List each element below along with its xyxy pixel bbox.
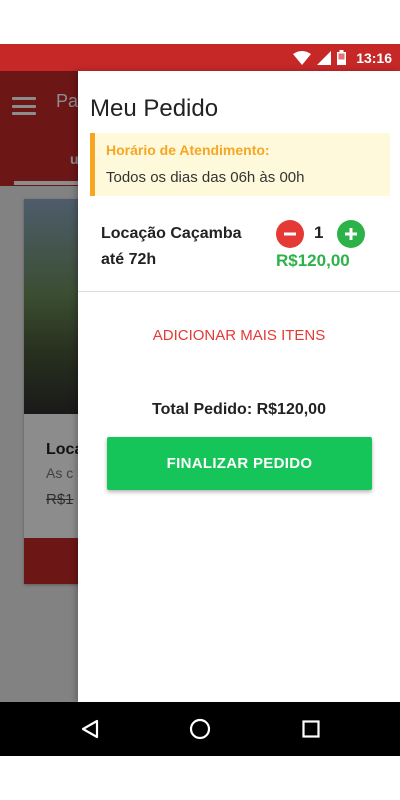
back-icon[interactable] <box>78 717 102 741</box>
order-total: Total Pedido: R$120,00 <box>152 401 326 418</box>
hours-label: Horário de Atendimento: <box>106 142 270 158</box>
order-drawer: Meu Pedido Horário de Atendimento: Todos… <box>78 71 400 702</box>
decrease-quantity-button[interactable] <box>276 220 304 248</box>
battery-icon <box>337 50 347 65</box>
hours-notice: Horário de Atendimento: Todos os dias da… <box>90 133 390 196</box>
add-more-items-button[interactable]: ADICIONAR MAIS ITENS <box>78 327 400 344</box>
finish-order-button[interactable]: FINALIZAR PEDIDO <box>107 437 372 490</box>
top-margin <box>0 0 400 44</box>
recents-icon[interactable] <box>299 717 323 741</box>
increase-quantity-button[interactable] <box>337 220 365 248</box>
order-item-price: R$120,00 <box>276 251 350 270</box>
minus-icon <box>284 232 296 236</box>
plus-icon <box>345 228 357 240</box>
drawer-title: Meu Pedido <box>90 95 219 122</box>
hours-text: Todos os dias das 06h às 00h <box>106 169 305 186</box>
divider <box>78 291 400 292</box>
status-time: 13:16 <box>356 49 392 66</box>
bottom-margin <box>0 756 400 800</box>
navigation-bar <box>0 702 400 756</box>
order-item-name: Locação Caçamba até 72h <box>101 225 242 268</box>
quantity-value: 1 <box>314 223 324 242</box>
home-icon[interactable] <box>188 717 212 741</box>
wifi-icon <box>293 50 312 65</box>
status-bar: 13:16 <box>0 44 400 71</box>
signal-icon <box>317 50 332 65</box>
